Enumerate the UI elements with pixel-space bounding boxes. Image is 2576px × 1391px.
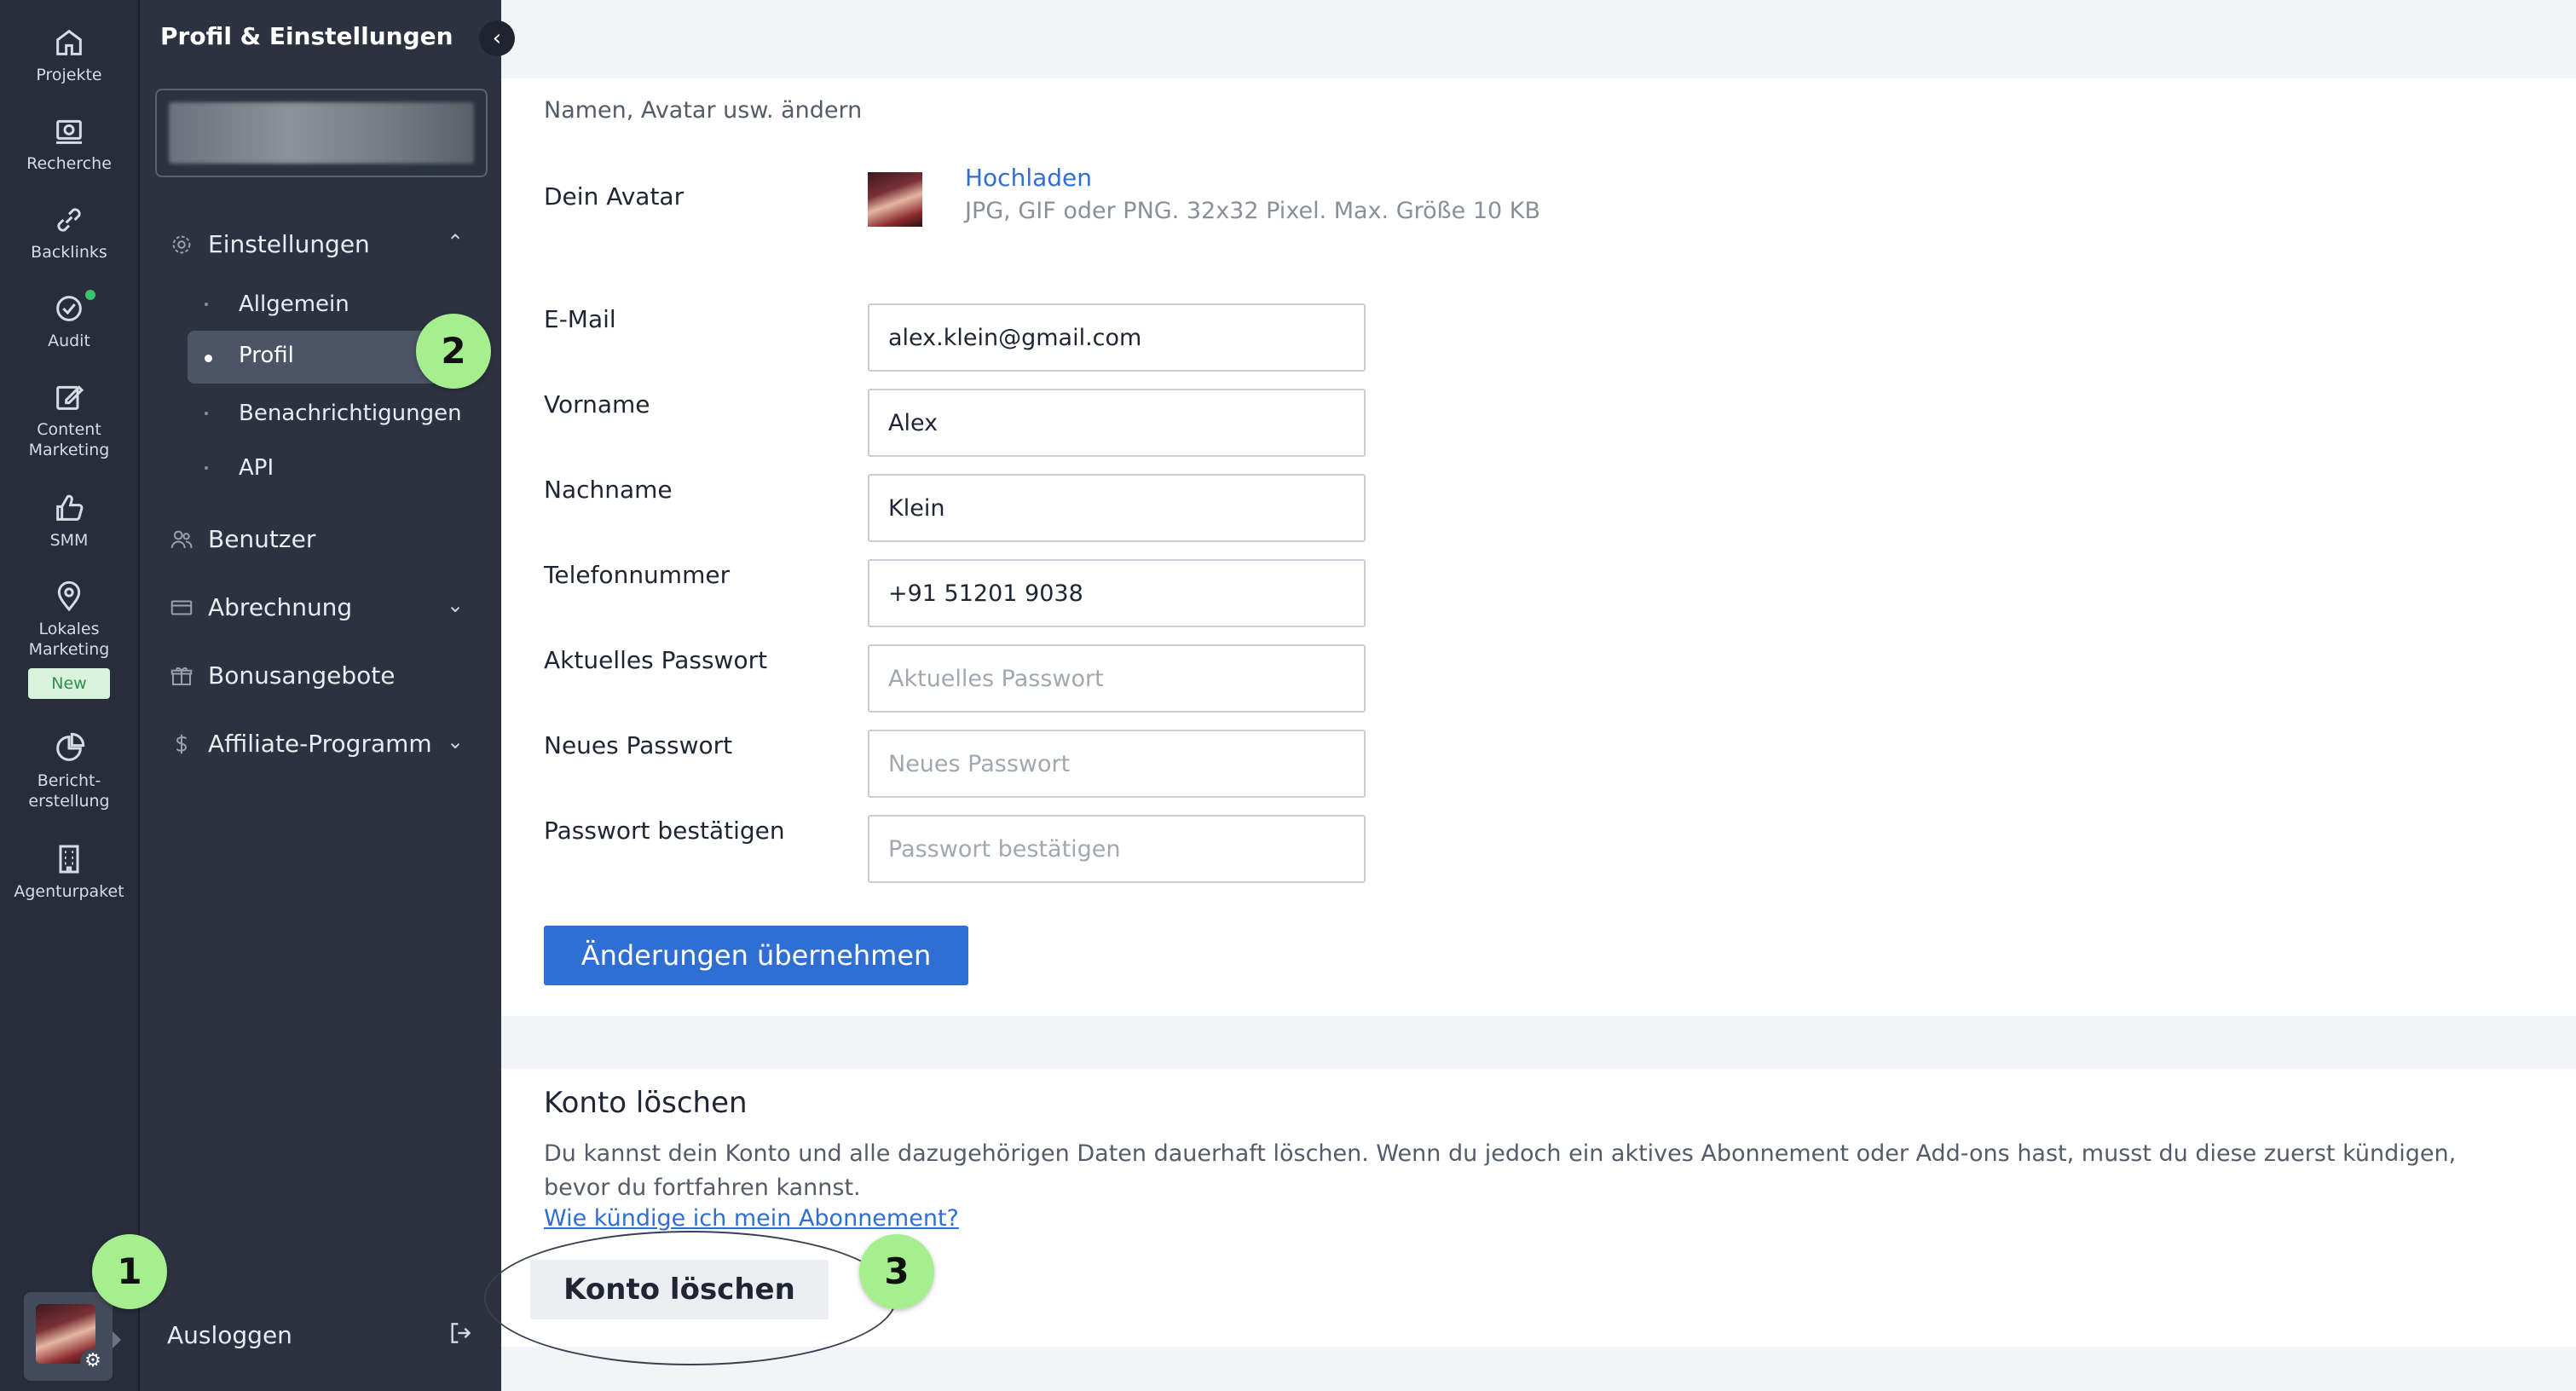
gear-icon: ⚙ (80, 1348, 106, 1374)
sidebar-subitem-label: Benachrichtigungen (239, 401, 462, 426)
chevron-up-icon: ⌃ (447, 230, 465, 254)
rail-label: Audit (48, 332, 90, 350)
delete-account-title: Konto löschen (544, 1086, 748, 1120)
rail-label: Bericht- erstellung (28, 771, 110, 811)
rail-item-content-marketing[interactable]: Content Marketing (0, 380, 138, 460)
collapse-sidebar-button[interactable]: ‹ (479, 20, 515, 56)
sidebar-subitem-api[interactable]: API (140, 445, 501, 493)
sidebar-item-benutzer[interactable]: Benutzer (140, 513, 501, 564)
last-name-label: Nachname (544, 476, 673, 504)
blurred-account-name (169, 102, 474, 164)
status-dot (85, 290, 95, 300)
rail-item-audit[interactable]: Audit (0, 290, 138, 351)
confirm-password-label: Passwort bestätigen (544, 817, 785, 845)
rail-label: Content Marketing (28, 420, 110, 459)
new-password-label: Neues Passwort (544, 731, 733, 759)
sidebar-item-label: Bonusangebote (208, 661, 396, 690)
edit-icon (56, 385, 84, 410)
credit-card-icon (170, 600, 193, 615)
rail-label: Backlinks (31, 243, 107, 262)
delete-account-card: Konto löschen Du kannst dein Konto und a… (484, 1069, 2576, 1365)
building-icon (59, 845, 79, 874)
profile-card: Namen, Avatar usw. ändern Dein Avatar Ho… (501, 78, 2576, 1016)
profile-intro: Namen, Avatar usw. ändern (544, 97, 863, 124)
current-password-label: Aktuelles Passwort (544, 646, 768, 674)
gift-icon (170, 667, 193, 685)
map-pin-icon (57, 580, 81, 612)
new-password-field[interactable] (868, 730, 1366, 798)
email-field[interactable] (868, 303, 1366, 372)
new-badge: New (28, 668, 110, 699)
sidebar-item-abrechnung[interactable]: Abrechnung ⌄ (140, 581, 501, 632)
delete-account-button[interactable]: Konto löschen (530, 1260, 829, 1319)
rail-item-lokales-marketing[interactable]: Lokales Marketing New (0, 580, 138, 699)
last-name-field[interactable] (868, 474, 1366, 542)
upload-avatar-link[interactable]: Hochladen (965, 164, 1092, 192)
chevron-down-icon: ⌄ (447, 730, 465, 753)
chevron-left-icon: ‹ (492, 26, 502, 51)
sidebar-item-label: Einstellungen (208, 230, 370, 258)
bullet-icon (205, 412, 208, 415)
avatar-label: Dein Avatar (544, 182, 684, 211)
bullet-icon (205, 466, 208, 470)
rail-item-recherche[interactable]: Recherche (0, 114, 138, 174)
thumbs-up-icon (56, 494, 84, 521)
avatar-image (868, 172, 922, 227)
user-avatar-button[interactable]: ⚙ (24, 1292, 113, 1381)
sidebar-item-einstellungen[interactable]: Einstellungen ⌃ (140, 218, 501, 269)
main-content: Namen, Avatar usw. ändern Dein Avatar Ho… (484, 0, 2576, 1391)
settings-sidebar: Profil & Einstellungen ‹ Einstellungen ⌃… (140, 0, 515, 1391)
account-selector[interactable] (155, 89, 488, 177)
delete-account-description: Du kannst dein Konto und alle dazugehöri… (544, 1140, 2457, 1201)
first-name-field[interactable] (868, 389, 1366, 457)
logout-icon[interactable] (447, 1319, 474, 1347)
current-password-field[interactable] (868, 644, 1366, 713)
bullet-icon (205, 303, 208, 306)
rail-item-smm[interactable]: SMM (0, 491, 138, 551)
rail-label: Lokales Marketing (28, 620, 110, 659)
icon-rail: Projekte Recherche Backlinks Audit Conte… (0, 0, 140, 1391)
confirm-password-field[interactable] (868, 815, 1366, 883)
sidebar-title: Profil & Einstellungen (160, 22, 453, 50)
rail-label: SMM (49, 531, 89, 550)
sidebar-subitem-label: API (239, 455, 274, 481)
audit-check-icon (56, 296, 82, 321)
home-icon (56, 29, 82, 55)
sidebar-item-label: Benutzer (208, 525, 316, 553)
sidebar-subitem-label: Profil (239, 343, 294, 368)
bullet-icon (205, 355, 212, 362)
caret-right-icon (113, 1331, 121, 1348)
sidebar-item-label: Affiliate-Programm (208, 730, 432, 758)
email-label: E-Mail (544, 305, 616, 333)
phone-label: Telefonnummer (544, 561, 731, 589)
cancel-subscription-help-link[interactable]: Wie kündige ich mein Abonnement? (544, 1205, 959, 1232)
pie-chart-icon (56, 732, 85, 761)
callout-marker-2: 2 (416, 314, 491, 389)
first-name-label: Vorname (544, 390, 650, 418)
callout-marker-3: 3 (859, 1234, 934, 1309)
research-icon (56, 119, 82, 144)
logout-link[interactable]: Ausloggen (167, 1321, 292, 1349)
rail-item-agenturpaket[interactable]: Agenturpaket (0, 842, 138, 902)
sidebar-item-affiliate-programm[interactable]: Affiliate-Programm ⌄ (140, 718, 501, 769)
link-icon (57, 208, 81, 232)
rail-label: Agenturpaket (14, 882, 124, 901)
upload-hint: JPG, GIF oder PNG. 32x32 Pixel. Max. Grö… (965, 198, 1541, 224)
rail-label: Projekte (36, 66, 102, 84)
users-icon (170, 530, 193, 549)
rail-label: Recherche (26, 154, 112, 173)
sidebar-item-bonusangebote[interactable]: Bonusangebote (140, 649, 501, 701)
sidebar-subitem-label: Allgemein (239, 291, 349, 317)
phone-field[interactable] (868, 559, 1366, 627)
sidebar-item-label: Abrechnung (208, 593, 353, 621)
rail-item-projekte[interactable]: Projekte (0, 26, 138, 85)
callout-marker-1: 1 (92, 1234, 167, 1309)
save-changes-button[interactable]: Änderungen übernehmen (544, 926, 968, 985)
sidebar-subitem-benachrichtigungen[interactable]: Benachrichtigungen (140, 390, 501, 438)
chevron-down-icon: ⌄ (447, 593, 465, 617)
dollar-icon (176, 734, 188, 754)
settings-gear-icon (172, 235, 191, 254)
rail-item-backlinks[interactable]: Backlinks (0, 203, 138, 263)
rail-item-berichterstellung[interactable]: Bericht- erstellung (0, 731, 138, 811)
